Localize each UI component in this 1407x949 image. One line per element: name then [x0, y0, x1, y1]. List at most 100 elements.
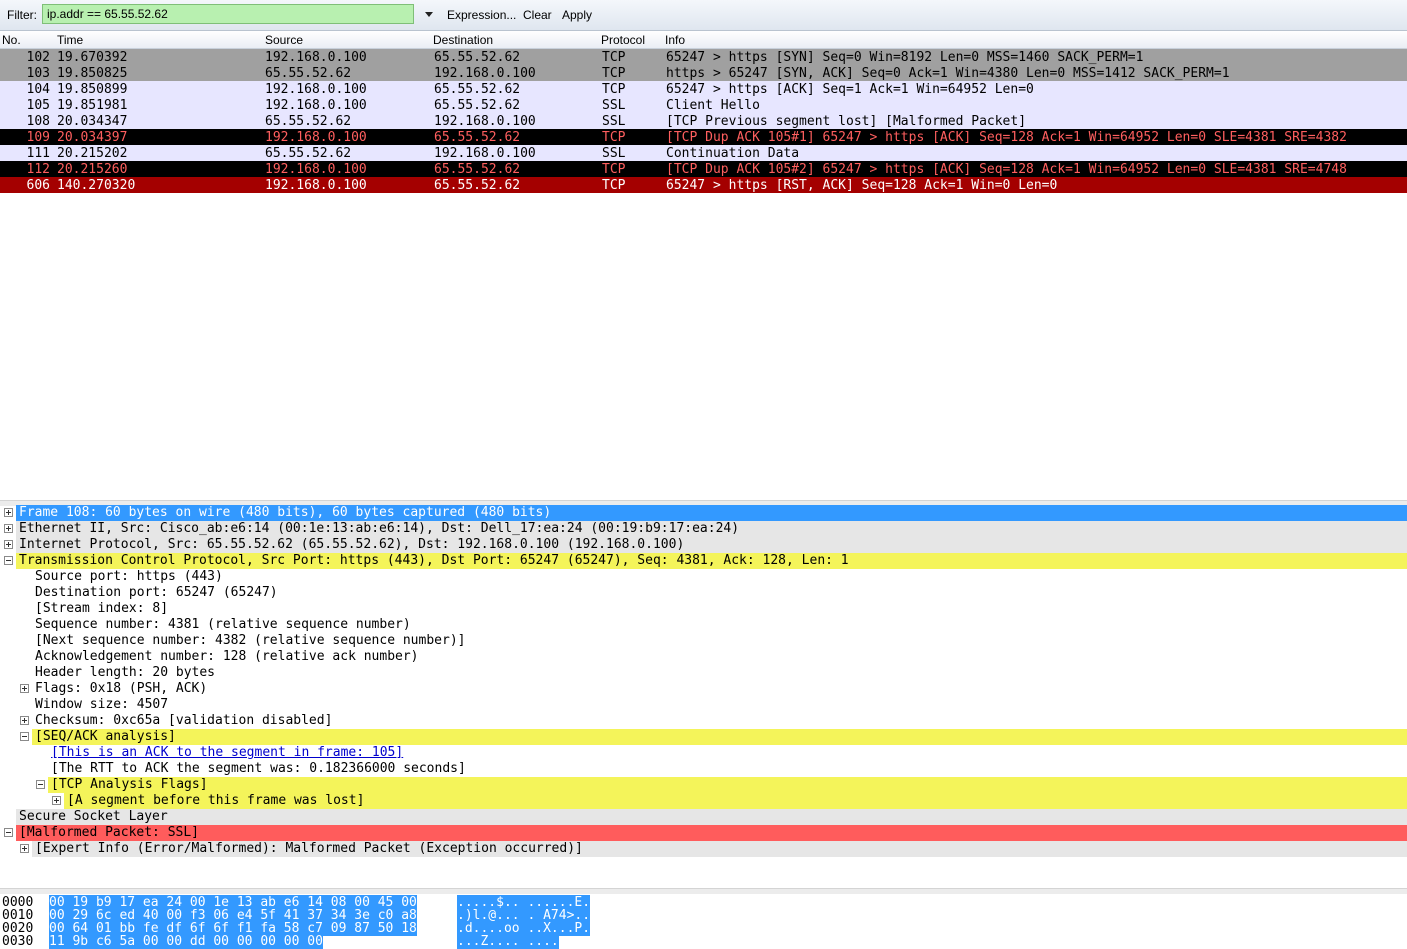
- packet-destination: 192.168.0.100: [434, 66, 536, 81]
- packet-row[interactable]: 108 20.034347 65.55.52.62 192.168.0.100 SSL […: [0, 113, 1407, 129]
- detail-text: Destination port: 65247 (65247): [35, 585, 278, 600]
- packet-row[interactable]: 104 19.850899 192.168.0.100 65.55.52.62 TCP 6…: [0, 81, 1407, 97]
- packet-protocol: TCP: [602, 130, 626, 145]
- display-filter-input[interactable]: [42, 4, 414, 24]
- collapse-icon[interactable]: [4, 556, 13, 565]
- packet-info: [TCP Dup ACK 105#1] 65247 > https [ACK] …: [666, 130, 1347, 145]
- detail-text: Flags: 0x18 (PSH, ACK): [35, 681, 208, 696]
- detail-tree-row[interactable]: Source port: https (443): [0, 569, 1407, 585]
- expand-icon[interactable]: [4, 524, 13, 533]
- expand-icon[interactable]: [4, 540, 13, 549]
- column-header-no[interactable]: No.: [2, 33, 21, 47]
- packet-row[interactable]: 111 20.215202 65.55.52.62 192.168.0.100 SSL C…: [0, 145, 1407, 161]
- packet-row[interactable]: 103 19.850825 65.55.52.62 192.168.0.100 TCP h…: [0, 65, 1407, 81]
- detail-text: Internet Protocol, Src: 65.55.52.62 (65.…: [19, 537, 685, 552]
- expand-icon[interactable]: [20, 844, 29, 853]
- collapse-icon[interactable]: [20, 732, 29, 741]
- detail-tree-row[interactable]: [This is an ACK to the segment in frame:…: [0, 745, 1407, 761]
- expand-icon[interactable]: [20, 716, 29, 725]
- packet-info: 65247 > https [ACK] Seq=1 Ack=1 Win=6495…: [666, 82, 1034, 97]
- detail-tree-row[interactable]: [A segment before this frame was lost]: [0, 793, 1407, 809]
- packet-source: 192.168.0.100: [265, 50, 367, 65]
- detail-tree-row[interactable]: Secure Socket Layer: [0, 809, 1407, 825]
- chevron-down-icon[interactable]: [422, 6, 436, 22]
- packet-info: Client Hello: [666, 98, 760, 113]
- detail-tree-row[interactable]: Internet Protocol, Src: 65.55.52.62 (65.…: [0, 537, 1407, 553]
- detail-tree-row[interactable]: Ethernet II, Src: Cisco_ab:e6:14 (00:1e:…: [0, 521, 1407, 537]
- packet-source: 192.168.0.100: [265, 162, 367, 177]
- detail-tree-row[interactable]: [Next sequence number: 4382 (relative se…: [0, 633, 1407, 649]
- packet-protocol: TCP: [602, 178, 626, 193]
- packet-destination: 192.168.0.100: [434, 146, 536, 161]
- detail-tree-row[interactable]: [Stream index: 8]: [0, 601, 1407, 617]
- packet-info: 65247 > https [SYN] Seq=0 Win=8192 Len=0…: [666, 50, 1144, 65]
- column-header-destination[interactable]: Destination: [433, 33, 493, 47]
- detail-tree-row[interactable]: [SEQ/ACK analysis]: [0, 729, 1407, 745]
- packet-info: 65247 > https [RST, ACK] Seq=128 Ack=1 W…: [666, 178, 1058, 193]
- packet-no: 111: [26, 146, 50, 161]
- detail-tree-row[interactable]: Sequence number: 4381 (relative sequence…: [0, 617, 1407, 633]
- packet-info: [TCP Previous segment lost] [Malformed P…: [666, 114, 1027, 129]
- expand-icon[interactable]: [20, 684, 29, 693]
- expand-icon[interactable]: [52, 796, 61, 805]
- packet-row[interactable]: 109 20.034397 192.168.0.100 65.55.52.62 TCP […: [0, 129, 1407, 145]
- collapse-icon[interactable]: [4, 828, 13, 837]
- expression-button[interactable]: Expression...: [447, 8, 516, 22]
- packet-protocol: SSL: [602, 114, 626, 129]
- packet-details-tree[interactable]: Frame 108: 60 bytes on wire (480 bits), …: [0, 505, 1407, 885]
- packet-protocol: TCP: [602, 50, 626, 65]
- detail-tree-row[interactable]: Frame 108: 60 bytes on wire (480 bits), …: [0, 505, 1407, 521]
- packet-list-header: No. Time Source Destination Protocol Inf…: [0, 31, 1407, 49]
- detail-tree-row[interactable]: Flags: 0x18 (PSH, ACK): [0, 681, 1407, 697]
- packet-destination: 65.55.52.62: [434, 178, 521, 193]
- packet-no: 103: [26, 66, 50, 81]
- detail-text: Ethernet II, Src: Cisco_ab:e6:14 (00:1e:…: [19, 521, 740, 536]
- detail-tree-row[interactable]: [The RTT to ACK the segment was: 0.18236…: [0, 761, 1407, 777]
- detail-highlight: [48, 777, 1407, 793]
- packet-bytes-pane[interactable]: 0000 00 19 b9 17 ea 24 00 1e 13 ab e6 14 …: [0, 895, 1407, 949]
- packet-row[interactable]: 112 20.215260 192.168.0.100 65.55.52.62 TCP […: [0, 161, 1407, 177]
- column-header-protocol[interactable]: Protocol: [601, 33, 645, 47]
- filter-toolbar: Filter: Expression... Clear Apply: [0, 0, 1407, 31]
- column-header-source[interactable]: Source: [265, 33, 303, 47]
- packet-no: 102: [26, 50, 50, 65]
- detail-tree-row[interactable]: Destination port: 65247 (65247): [0, 585, 1407, 601]
- packet-protocol: SSL: [602, 98, 626, 113]
- detail-tree-row[interactable]: Transmission Control Protocol, Src Port:…: [0, 553, 1407, 569]
- packet-protocol: TCP: [602, 82, 626, 97]
- packet-info: https > 65247 [SYN, ACK] Seq=0 Ack=1 Win…: [666, 66, 1230, 81]
- column-header-info[interactable]: Info: [665, 33, 685, 47]
- packet-list[interactable]: No. Time Source Destination Protocol Inf…: [0, 31, 1407, 499]
- packet-row[interactable]: 105 19.851981 192.168.0.100 65.55.52.62 SSL C…: [0, 97, 1407, 113]
- detail-text: [Malformed Packet: SSL]: [19, 825, 200, 840]
- detail-tree-row[interactable]: Header length: 20 bytes: [0, 665, 1407, 681]
- pane-divider[interactable]: [0, 888, 1407, 894]
- frame-link[interactable]: [This is an ACK to the segment in frame:…: [51, 745, 403, 760]
- column-header-time[interactable]: Time: [57, 33, 83, 47]
- packet-destination: 65.55.52.62: [434, 162, 521, 177]
- packet-source: 65.55.52.62: [265, 114, 352, 129]
- packet-no: 606: [26, 178, 50, 193]
- detail-tree-row[interactable]: Acknowledgement number: 128 (relative ac…: [0, 649, 1407, 665]
- packet-source: 192.168.0.100: [265, 178, 367, 193]
- detail-highlight: [16, 809, 1407, 825]
- packet-no: 112: [26, 162, 50, 177]
- apply-button[interactable]: Apply: [562, 8, 592, 22]
- detail-text: [A segment before this frame was lost]: [67, 793, 365, 808]
- detail-tree-row[interactable]: Window size: 4507: [0, 697, 1407, 713]
- packet-source: 65.55.52.62: [265, 146, 352, 161]
- detail-text: [Next sequence number: 4382 (relative se…: [35, 633, 466, 648]
- detail-tree-row[interactable]: [TCP Analysis Flags]: [0, 777, 1407, 793]
- packet-destination: 65.55.52.62: [434, 50, 521, 65]
- detail-tree-row[interactable]: [Malformed Packet: SSL]: [0, 825, 1407, 841]
- packet-row[interactable]: 606 140.270320 192.168.0.100 65.55.52.62 TCP…: [0, 177, 1407, 193]
- detail-text: [Stream index: 8]: [35, 601, 169, 616]
- detail-tree-row[interactable]: [Expert Info (Error/Malformed): Malforme…: [0, 841, 1407, 857]
- packet-row[interactable]: 102 19.670392 192.168.0.100 65.55.52.62 TCP 6…: [0, 49, 1407, 65]
- detail-text: Window size: 4507: [35, 697, 169, 712]
- detail-tree-row[interactable]: Checksum: 0xc65a [validation disabled]: [0, 713, 1407, 729]
- detail-text: [TCP Analysis Flags]: [51, 777, 208, 792]
- clear-button[interactable]: Clear: [523, 8, 552, 22]
- collapse-icon[interactable]: [36, 780, 45, 789]
- expand-icon[interactable]: [4, 508, 13, 517]
